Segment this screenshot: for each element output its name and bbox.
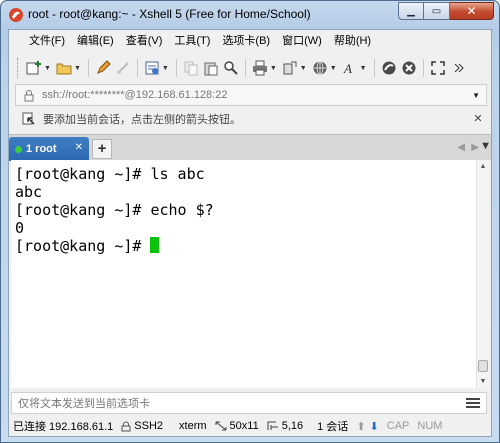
disconnect-icon[interactable] [114,59,132,77]
open-folder-icon[interactable] [55,59,73,77]
window-title: root - root@kang:~ - Xshell 5 (Free for … [28,7,311,21]
connected-status-icon [15,145,22,153]
hint-bar: 要添加当前会话，点击左侧的箭头按钮。 ✕ [15,108,487,130]
toolbar: ▼ ▼ ▼ ▼ ▼ ▼ A ▼ [9,54,491,82]
svg-text:A: A [343,61,352,76]
add-session-arrow-icon[interactable] [21,111,37,127]
close-button[interactable]: ✕ [450,2,494,20]
status-protocol: SSH2 [117,420,167,432]
status-size-label: 50x11 [229,420,259,432]
menu-view[interactable]: 查看(V) [120,31,169,51]
compose-bar[interactable]: 仅将文本发送到当前选项卡 [11,392,487,414]
paste-icon[interactable] [202,59,220,77]
menu-bar: 文件(F) 编辑(E) 查看(V) 工具(T) 选项卡(B) 窗口(W) 帮助(… [9,30,491,52]
toolbar-separator [422,59,424,77]
toolbar-separator [244,59,246,77]
status-caps: CAP [386,420,410,432]
xshell-app-icon [8,7,24,23]
xshell-icon[interactable] [400,59,418,77]
edit-icon[interactable] [94,59,112,77]
chevron-down-icon[interactable]: ▼ [270,65,277,72]
status-protocol-label: SSH2 [134,420,164,432]
tab-scroll-left-icon[interactable]: ◀ [457,142,465,153]
address-bar[interactable]: ssh://root:********@192.168.61.128:22 ▼ [15,84,487,106]
add-tab-button[interactable]: + [92,139,112,159]
toolbar-separator [373,59,375,77]
transfer-icon[interactable] [281,59,299,77]
tab-close-icon[interactable]: ✕ [75,142,83,153]
window-controls: ▁ ▭ ✕ [398,2,494,20]
new-session-icon[interactable] [25,59,43,77]
toolbar-separator [136,59,138,77]
status-terminal-type: xterm [179,420,207,432]
tab-root[interactable]: 1 root ✕ [9,137,89,161]
lock-icon [121,421,131,431]
tab-scroll-right-icon[interactable]: ▶ [471,142,479,153]
toolbar-separator [175,59,177,77]
minimize-button[interactable]: ▁ [398,2,424,20]
terminal-prompt: [root@kang ~]# [15,237,151,255]
tab-label: 1 root [26,143,57,155]
terminal-line: abc [15,183,43,201]
resize-icon [215,421,227,431]
cursor-position-icon [267,421,278,430]
status-position-label: 5,16 [281,420,304,432]
compose-menu-icon[interactable] [466,396,480,410]
menu-edit[interactable]: 编辑(E) [71,31,120,51]
chevron-down-icon[interactable]: ▼ [162,65,169,72]
scroll-up-icon[interactable]: ▲ [477,160,489,173]
terminal-line: 0 [15,219,25,237]
status-size: 50x11 [211,420,263,432]
scrollbar-thumb[interactable] [478,360,488,372]
chevron-down-icon[interactable]: ▼ [74,65,81,72]
menu-help[interactable]: 帮助(H) [328,31,377,51]
copy-icon[interactable] [182,59,200,77]
globe-icon[interactable] [311,59,329,77]
lock-icon [20,86,38,104]
terminal-cursor [150,237,160,253]
chevron-down-icon[interactable]: ▼ [330,65,337,72]
status-sessions: 1 会话 [317,421,349,433]
xshell-window: root - root@kang:~ - Xshell 5 (Free for … [0,0,500,443]
hint-text: 要添加当前会话，点击左侧的箭头按钮。 [43,114,241,126]
compose-input[interactable]: 仅将文本发送到当前选项卡 [18,395,466,411]
status-num: NUM [417,420,443,432]
chevron-down-icon[interactable]: ▼ [300,65,307,72]
terminal-line: [root@kang ~]# echo $? [15,201,214,219]
terminal-line: [root@kang ~]# ls abc [15,165,205,183]
download-arrow-icon: ⬇ [369,420,379,433]
chevron-down-icon[interactable]: ▼ [360,65,367,72]
font-icon[interactable]: A [341,59,359,77]
terminal-scrollbar[interactable]: ▲ ▼ [476,160,489,388]
terminal-area[interactable]: [root@kang ~]# ls abc abc [root@kang ~]#… [11,160,477,388]
status-connection: 已连接 192.168.61.1 [13,421,114,433]
menu-file[interactable]: 文件(F) [23,31,71,51]
tab-list-menu-icon[interactable]: ▼ [480,140,491,152]
menu-window[interactable]: 窗口(W) [276,31,328,51]
title-bar[interactable]: root - root@kang:~ - Xshell 5 (Free for … [1,1,499,29]
address-dropdown-icon[interactable]: ▼ [472,91,480,100]
maximize-button[interactable]: ▭ [424,2,450,20]
status-bar: 已连接 192.168.61.1 SSH2 xterm 50x11 5,16 1… [9,416,491,436]
status-position: 5,16 [263,420,307,432]
toolbar-grip[interactable] [17,58,20,78]
hint-close-icon[interactable]: ✕ [471,112,485,126]
client-area: 文件(F) 编辑(E) 查看(V) 工具(T) 选项卡(B) 窗口(W) 帮助(… [8,29,492,437]
menu-tab[interactable]: 选项卡(B) [216,31,276,51]
upload-arrow-icon: ⬆ [356,420,366,433]
fullscreen-icon[interactable] [429,59,447,77]
terminal-prompt-line: [root@kang ~]# [15,237,477,255]
chevron-down-icon[interactable]: ▼ [44,65,51,72]
scroll-down-icon[interactable]: ▼ [477,375,489,388]
properties-icon[interactable] [143,59,161,77]
find-icon[interactable] [222,59,240,77]
tab-strip: 1 root ✕ + ◀ ▶ ▼ [9,134,491,161]
xftp-icon[interactable] [380,59,398,77]
toolbar-separator [87,59,89,77]
print-icon[interactable] [251,59,269,77]
more-icon[interactable] [449,59,467,77]
menu-tools[interactable]: 工具(T) [168,31,216,51]
address-input[interactable]: ssh://root:********@192.168.61.128:22 [42,89,472,101]
